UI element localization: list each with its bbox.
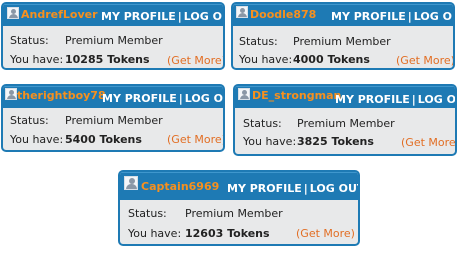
- status-row: Status: Premium Member: [243, 117, 443, 130]
- you-have-label: You have:: [239, 53, 293, 66]
- my-profile-link[interactable]: MY PROFILE: [101, 10, 176, 23]
- status-row: Status: Premium Member: [128, 207, 328, 220]
- profile-card-de-strongman: DE_strongman MY PROFILE|LOG OUT Status: …: [233, 84, 457, 156]
- profile-card-andreflover: AndrefLover MY PROFILE|LOG OUT Status: P…: [1, 2, 225, 70]
- status-label: Status:: [239, 35, 278, 48]
- you-have-label: You have:: [10, 133, 64, 146]
- status-label: Status:: [10, 34, 49, 47]
- profile-card-captain6969: Captain6969 MY PROFILE | LOG OUT Status: P…: [118, 170, 360, 246]
- log-out-link[interactable]: LOG OUT: [414, 10, 453, 23]
- status-row: Status: Premium Member: [10, 34, 210, 47]
- nav-separator: |: [411, 93, 416, 106]
- token-count: 3825 Tokens: [297, 135, 374, 148]
- get-more-link[interactable]: (Get More): [401, 136, 455, 149]
- username[interactable]: therightboy78: [17, 89, 106, 102]
- user-avatar-icon: [124, 176, 138, 190]
- status-label: Status:: [10, 114, 49, 127]
- status-label: Status:: [128, 207, 167, 220]
- log-out-link[interactable]: LOG OUT: [310, 182, 358, 195]
- username[interactable]: AndrefLover: [21, 8, 98, 21]
- log-out-link[interactable]: LOG OUT: [184, 10, 223, 23]
- token-count: 12603 Tokens: [185, 227, 270, 240]
- user-avatar-icon: [7, 7, 19, 19]
- token-count: 4000 Tokens: [293, 53, 370, 66]
- log-out-link[interactable]: LOG OUT: [418, 93, 455, 106]
- status-value: Premium Member: [65, 114, 163, 127]
- my-profile-link[interactable]: MY PROFILE: [335, 93, 410, 106]
- status-value: Premium Member: [65, 34, 163, 47]
- status-value: Premium Member: [185, 207, 283, 220]
- nav-separator: |: [303, 182, 308, 195]
- username[interactable]: DE_strongman: [252, 89, 341, 102]
- status-row: Status: Premium Member: [239, 35, 439, 48]
- profile-nav: MY PROFILE|LOG OUT: [227, 182, 358, 195]
- user-avatar-icon: [238, 88, 250, 100]
- nav-separator: |: [177, 10, 182, 23]
- profile-nav: MY PROFILE|LOG OUT: [102, 92, 223, 105]
- nav-separator: |: [407, 10, 412, 23]
- token-count: 10285 Tokens: [65, 53, 150, 66]
- log-out-link[interactable]: LOG OUT: [185, 92, 223, 105]
- status-label: Status:: [243, 117, 282, 130]
- you-have-label: You have:: [243, 135, 297, 148]
- get-more-link[interactable]: (Get More): [167, 133, 223, 146]
- status-row: Status: Premium Member: [10, 114, 210, 127]
- you-have-label: You have:: [128, 227, 182, 240]
- get-more-link[interactable]: (Get More): [167, 54, 223, 67]
- my-profile-link[interactable]: MY PROFILE: [227, 182, 302, 195]
- status-value: Premium Member: [297, 117, 395, 130]
- status-value: Premium Member: [293, 35, 391, 48]
- user-avatar-icon: [5, 88, 17, 100]
- token-count: 5400 Tokens: [65, 133, 142, 146]
- username[interactable]: Doodle878: [250, 8, 316, 21]
- profile-nav: MY PROFILE|LOG OUT: [331, 10, 453, 23]
- profile-nav: MY PROFILE|LOG OUT: [101, 10, 223, 23]
- username[interactable]: Captain6969: [141, 180, 219, 193]
- you-have-label: You have:: [10, 53, 64, 66]
- profile-card-therightboy78: therightboy78 MY PROFILE|LOG OUT Status:…: [1, 84, 225, 152]
- my-profile-link[interactable]: MY PROFILE: [102, 92, 177, 105]
- profile-nav: MY PROFILE|LOG OUT: [335, 93, 455, 106]
- profile-card-doodle878: Doodle878 MY PROFILE|LOG OUT Status: Pre…: [231, 2, 455, 70]
- nav-separator: |: [178, 92, 183, 105]
- user-avatar-icon: [236, 6, 248, 18]
- get-more-link[interactable]: (Get More): [296, 227, 355, 240]
- get-more-link[interactable]: (Get More): [396, 54, 453, 67]
- my-profile-link[interactable]: MY PROFILE: [331, 10, 406, 23]
